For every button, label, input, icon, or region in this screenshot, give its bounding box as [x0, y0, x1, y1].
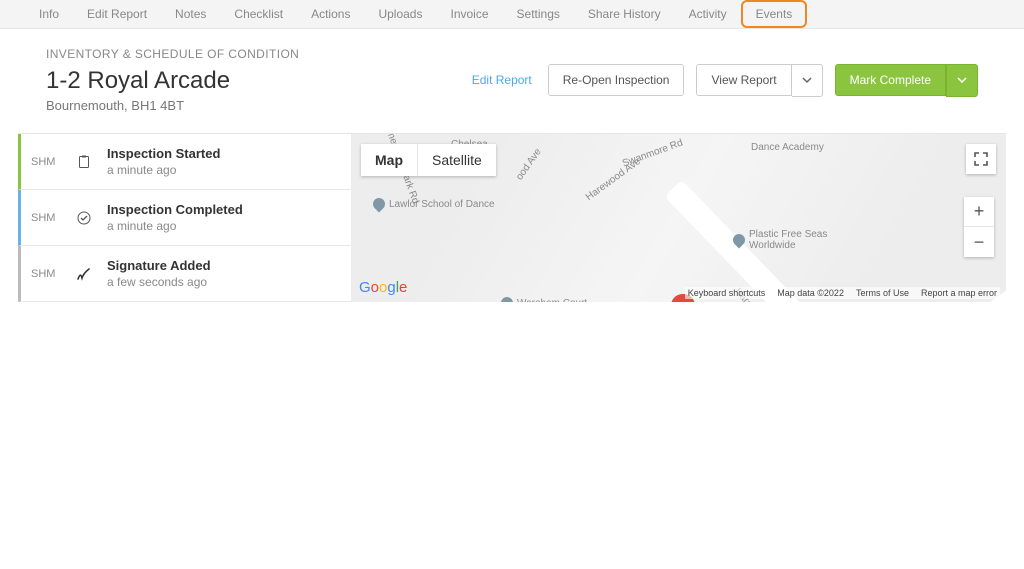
- event-row[interactable]: SHM Inspection Completed a minute ago: [18, 190, 351, 246]
- minus-icon: −: [974, 232, 985, 253]
- view-report-button[interactable]: View Report: [696, 64, 791, 96]
- plus-icon: +: [974, 201, 985, 222]
- mark-complete-button[interactable]: Mark Complete: [835, 64, 946, 96]
- tab-events[interactable]: Events: [741, 0, 808, 28]
- property-title: 1-2 Royal Arcade: [46, 67, 299, 95]
- google-logo: Google: [359, 279, 407, 296]
- event-user: SHM: [31, 268, 61, 280]
- event-user: SHM: [31, 212, 61, 224]
- poi-lawlor: Lawlor School of Dance: [373, 198, 495, 210]
- tab-activity[interactable]: Activity: [675, 7, 741, 21]
- report-error-link[interactable]: Report a map error: [921, 288, 997, 298]
- content-area: SHM Inspection Started a minute ago SHM …: [18, 134, 1006, 302]
- zoom-in-button[interactable]: +: [964, 197, 994, 227]
- view-report-group: View Report: [696, 64, 822, 97]
- tab-edit-report[interactable]: Edit Report: [73, 7, 161, 21]
- event-user: SHM: [31, 156, 61, 168]
- tab-checklist[interactable]: Checklist: [220, 7, 297, 21]
- header-info: INVENTORY & SCHEDULE OF CONDITION 1-2 Ro…: [46, 47, 299, 113]
- event-text: Inspection Started a minute ago: [107, 146, 220, 177]
- tab-actions[interactable]: Actions: [297, 7, 364, 21]
- keyboard-shortcuts-link[interactable]: Keyboard shortcuts: [688, 288, 766, 298]
- event-title: Signature Added: [107, 258, 211, 273]
- edit-report-link[interactable]: Edit Report: [472, 73, 532, 87]
- tab-settings[interactable]: Settings: [503, 7, 574, 21]
- poi-dance-academy: Dance Academy: [751, 142, 824, 153]
- map[interactable]: Harewood Ave Harewood Ave Harewood Ave S…: [351, 134, 1006, 302]
- terms-link[interactable]: Terms of Use: [856, 288, 909, 298]
- page-header: INVENTORY & SCHEDULE OF CONDITION 1-2 Ro…: [18, 29, 1006, 134]
- map-type-map-button[interactable]: Map: [361, 144, 418, 176]
- event-title: Inspection Started: [107, 146, 220, 161]
- event-time: a minute ago: [107, 163, 220, 177]
- signature-icon: [75, 265, 93, 283]
- map-data-label: Map data ©2022: [777, 288, 844, 298]
- clipboard-icon: [75, 153, 93, 171]
- tab-notes[interactable]: Notes: [161, 7, 220, 21]
- mark-complete-dropdown[interactable]: [946, 64, 978, 97]
- fullscreen-button[interactable]: [966, 144, 996, 174]
- event-row[interactable]: SHM Signature Added a few seconds ago: [18, 246, 351, 302]
- event-text: Signature Added a few seconds ago: [107, 258, 211, 289]
- check-circle-icon: [75, 209, 93, 227]
- mark-complete-group: Mark Complete: [835, 64, 978, 97]
- tab-invoice[interactable]: Invoice: [436, 7, 502, 21]
- event-title: Inspection Completed: [107, 202, 243, 217]
- fullscreen-icon: [974, 152, 988, 166]
- top-nav: Info Edit Report Notes Checklist Actions…: [0, 0, 1024, 29]
- map-type-satellite-button[interactable]: Satellite: [418, 144, 496, 176]
- tab-uploads[interactable]: Uploads: [364, 7, 436, 21]
- reopen-inspection-button[interactable]: Re-Open Inspection: [548, 64, 685, 96]
- zoom-out-button[interactable]: −: [964, 227, 994, 257]
- events-list: SHM Inspection Started a minute ago SHM …: [18, 134, 351, 302]
- event-row[interactable]: SHM Inspection Started a minute ago: [18, 134, 351, 190]
- poi-plastic-free: Plastic Free Seas Worldwide: [733, 229, 839, 251]
- event-time: a few seconds ago: [107, 275, 211, 289]
- view-report-dropdown[interactable]: [792, 64, 823, 97]
- schedule-label: INVENTORY & SCHEDULE OF CONDITION: [46, 47, 299, 61]
- map-footer: Keyboard shortcuts Map data ©2022 Terms …: [685, 287, 1000, 299]
- event-text: Inspection Completed a minute ago: [107, 202, 243, 233]
- tab-info[interactable]: Info: [25, 7, 73, 21]
- zoom-controls: + −: [964, 197, 994, 257]
- poi-wareham: Wareham Court: [501, 297, 587, 302]
- chevron-down-icon: [802, 75, 812, 85]
- event-time: a minute ago: [107, 219, 243, 233]
- chevron-down-icon: [957, 75, 967, 85]
- property-location: Bournemouth, BH1 4BT: [46, 98, 299, 113]
- map-type-switch: Map Satellite: [361, 144, 496, 176]
- tab-share-history[interactable]: Share History: [574, 7, 675, 21]
- header-actions: Edit Report Re-Open Inspection View Repo…: [472, 64, 978, 97]
